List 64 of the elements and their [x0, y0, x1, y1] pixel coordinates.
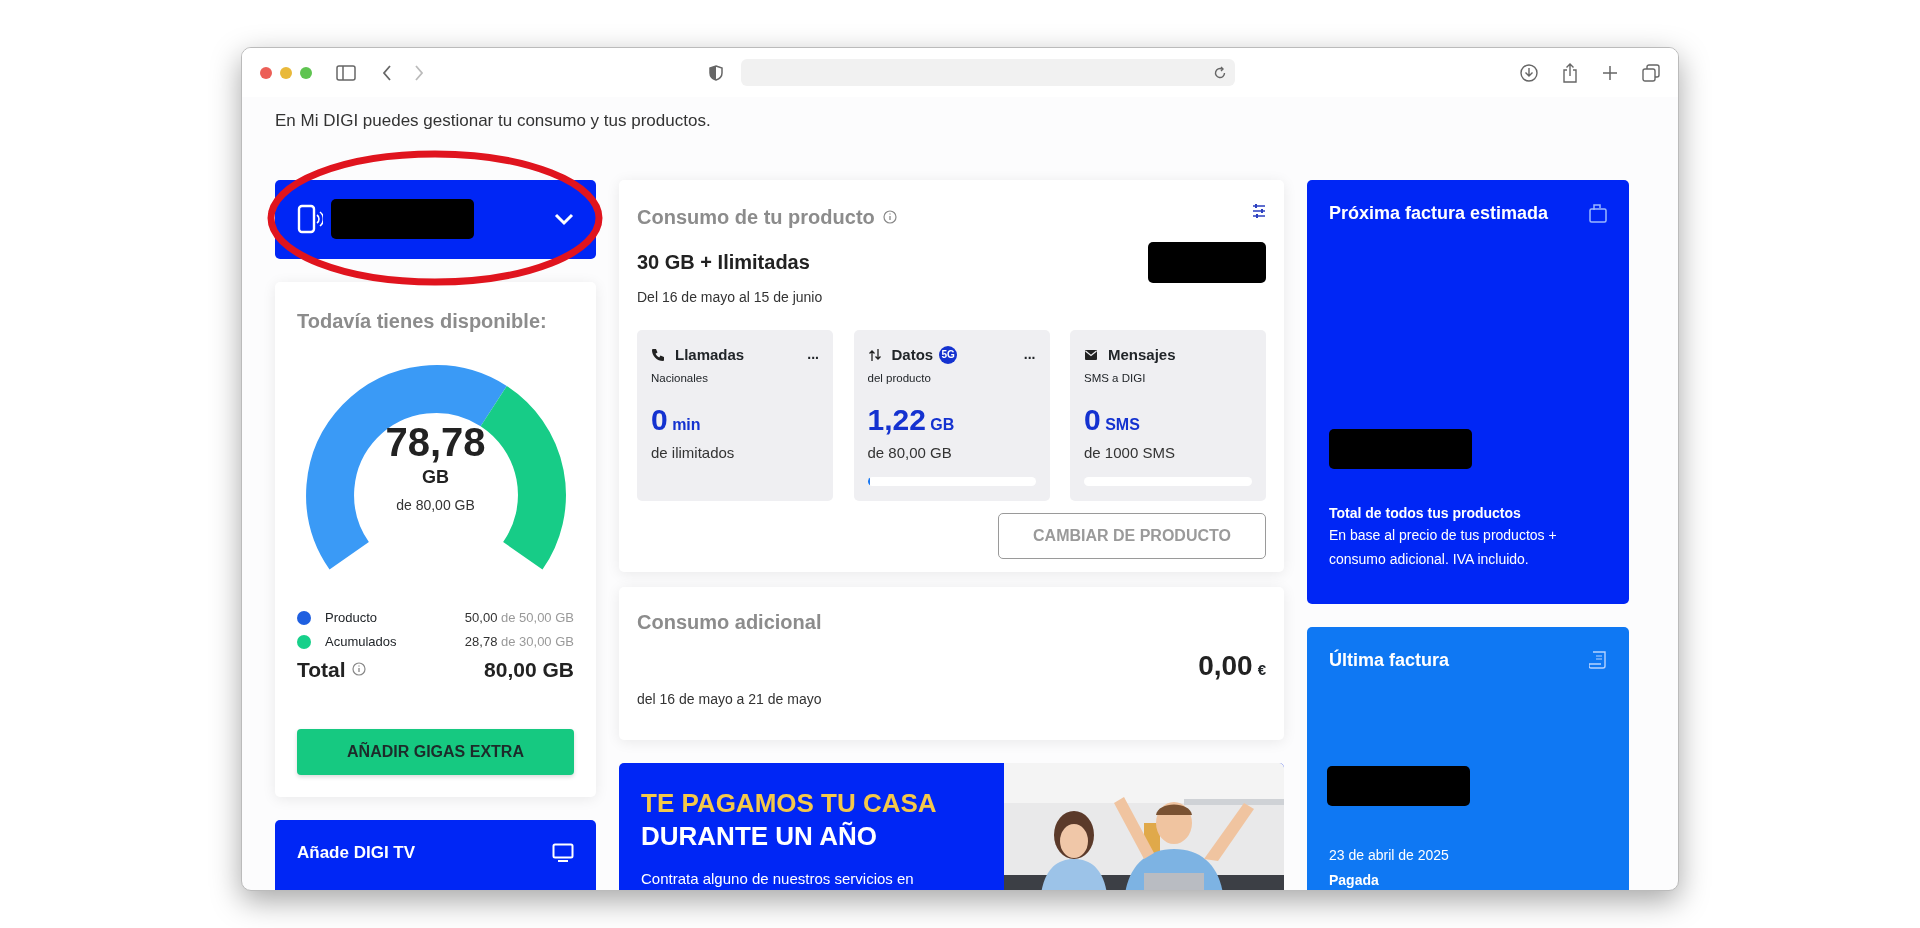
tile-caption: de 80,00 GB: [867, 443, 953, 464]
tile-caption: de 1000 SMS: [1084, 443, 1176, 464]
sidebar-icon[interactable]: [336, 64, 356, 81]
banner-headline: TE PAGAMOS TU CASA: [641, 786, 938, 820]
tile-subtitle: SMS a DIGI: [1084, 371, 1147, 386]
window-control[interactable]: [260, 66, 272, 79]
card-title: Próxima factura estimada: [1329, 201, 1549, 225]
receipt-icon: [1589, 650, 1607, 670]
note-text: En base al precio de tus productos + consumo adicional. IVA incluido.: [1329, 525, 1558, 569]
bill-status: Pagada: [1329, 870, 1380, 890]
card-title: Añade DIGI TV: [297, 842, 416, 865]
transfer-icon: [867, 347, 882, 362]
amount-text: 0,00 €: [1197, 648, 1266, 683]
tabs-icon[interactable]: [1642, 63, 1660, 82]
tile-title: Datos: [891, 344, 934, 365]
gauge-value: 78,78: [384, 419, 487, 464]
note-title: Total de todos tus productos: [1329, 503, 1522, 523]
tile-subtitle: Nacionales: [651, 371, 709, 386]
intro-text: En Mi DIGI puedes gestionar tu consumo y tus productos.: [275, 110, 712, 132]
reload-icon[interactable]: [1213, 65, 1227, 80]
card-title: Consumo adicional: [637, 609, 823, 635]
info-icon: [882, 209, 897, 224]
phone-icon: [297, 204, 323, 234]
banner-headline: DURANTE UN AÑO: [641, 820, 878, 854]
plan-name: 30 GB + Ilimitadas: [637, 250, 810, 275]
legend-label: Producto: [325, 608, 378, 627]
chevron-down-icon: [554, 212, 574, 226]
add-data-button[interactable]: AÑADIR GIGAS EXTRA: [297, 729, 574, 775]
share-icon[interactable]: [1562, 62, 1578, 83]
banner-text: Contrata alguno de nuestros servicios en: [641, 869, 915, 890]
info-icon: [351, 662, 366, 677]
tv-icon: [552, 843, 574, 863]
total-label: Total: [297, 656, 346, 683]
gauge-unit: GB: [421, 465, 450, 489]
tile-title: Mensajes: [1108, 344, 1176, 365]
more-button[interactable]: ...: [1023, 344, 1036, 366]
total-value: 80,00 GB: [484, 656, 574, 683]
period-text: del 16 de mayo a 21 de mayo: [637, 689, 823, 709]
document-icon: [1589, 203, 1607, 223]
network-badge: 5G: [939, 345, 958, 364]
tile-value: 0 min: [651, 402, 702, 439]
download-icon[interactable]: [1520, 63, 1538, 82]
card-title: Consumo de tu producto: [637, 204, 875, 230]
period-text: Del 16 de mayo al 15 de junio: [637, 287, 824, 307]
tile-subtitle: del producto: [867, 371, 932, 386]
bill-date: 23 de abril de 2025: [1329, 845, 1450, 865]
more-button[interactable]: ...: [807, 344, 819, 366]
tile-title: Llamadas: [675, 344, 745, 365]
legend-value: 28,78 de 30,00 GB: [464, 632, 574, 651]
gauge-caption: de 80,00 GB: [395, 495, 476, 515]
legend-label: Acumulados: [325, 632, 397, 651]
phone-icon: [651, 347, 665, 362]
line-selector[interactable]: [275, 179, 596, 259]
new-tab-icon[interactable]: [1602, 64, 1618, 81]
tile-value: 0 SMS: [1084, 402, 1141, 439]
shield-icon[interactable]: [709, 64, 723, 81]
card-title: Todavía tienes disponible:: [297, 308, 548, 334]
tile-caption: de ilimitados: [651, 443, 736, 464]
sliders-icon[interactable]: [1252, 202, 1266, 219]
back-icon[interactable]: [382, 64, 392, 81]
tile-value: 1,22 GB: [867, 402, 956, 439]
card-title: Última factura: [1329, 648, 1450, 672]
legend-value: 50,00 de 50,00 GB: [464, 608, 574, 627]
envelope-icon: [1084, 347, 1098, 362]
